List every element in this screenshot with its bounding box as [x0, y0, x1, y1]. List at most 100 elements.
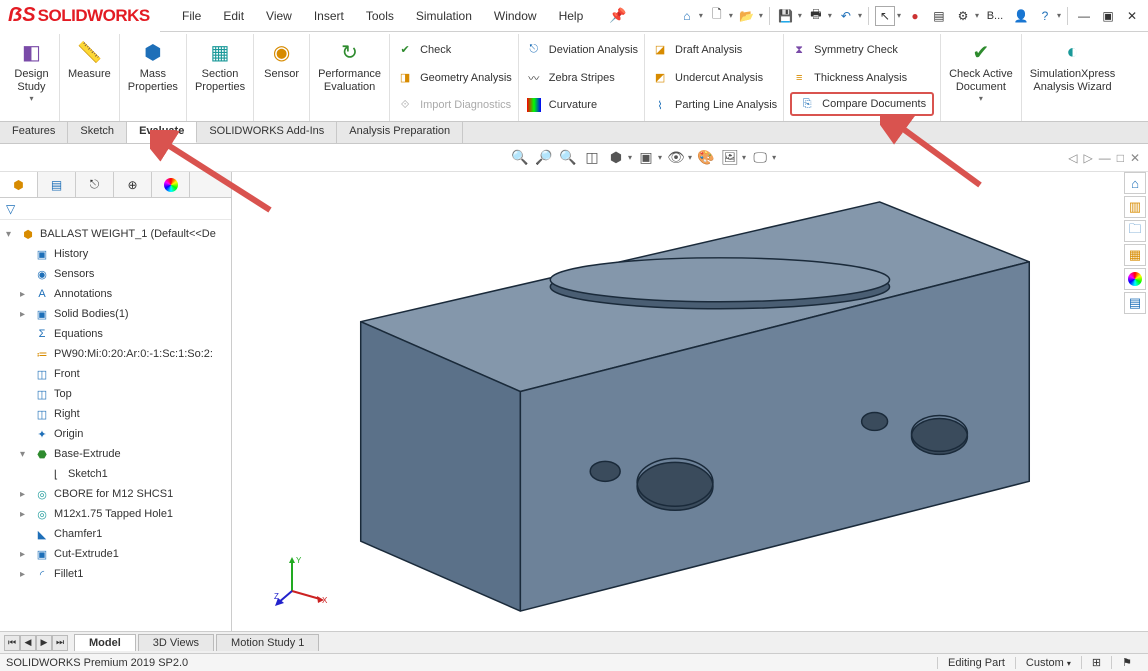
tree-equations[interactable]: ΣEquations — [6, 324, 229, 344]
symmetry-check-button[interactable]: ⧗Symmetry Check — [790, 38, 934, 62]
minimize-icon[interactable]: — — [1074, 6, 1094, 26]
tree-fillet[interactable]: ▸◜Fillet1 — [6, 564, 229, 584]
menu-simulation[interactable]: Simulation — [412, 7, 476, 25]
tp-resources[interactable]: ⌂ — [1124, 172, 1146, 194]
settings-icon[interactable]: ▤ — [929, 6, 949, 26]
close-icon[interactable]: ✕ — [1122, 6, 1142, 26]
home-icon[interactable]: ⌂ — [677, 6, 697, 26]
status-units-icon[interactable]: ⊞ — [1081, 656, 1111, 669]
tab-3d-views[interactable]: 3D Views — [138, 634, 214, 651]
menu-view[interactable]: View — [262, 7, 296, 25]
curvature-button[interactable]: Curvature — [525, 93, 638, 117]
select-icon[interactable]: ↖ — [875, 6, 895, 26]
config-mgr-tab[interactable]: ⎋ — [76, 172, 114, 197]
tree-right-plane[interactable]: ◫Right — [6, 404, 229, 424]
options-icon[interactable]: ⚙ — [953, 6, 973, 26]
tab-motion-study[interactable]: Motion Study 1 — [216, 634, 319, 651]
save-icon[interactable]: 💾 — [776, 6, 796, 26]
tree-material[interactable]: ≔PW90:Mi:0:20:Ar:0:-1:Sc:1:So:2: — [6, 344, 229, 364]
deviation-analysis-button[interactable]: ⎋Deviation Analysis — [525, 38, 638, 62]
menu-edit[interactable]: Edit — [219, 7, 248, 25]
tree-history[interactable]: ▣History — [6, 244, 229, 264]
tab-addins[interactable]: SOLIDWORKS Add-Ins — [197, 122, 337, 143]
feature-filter[interactable]: ▽ — [0, 198, 231, 220]
user-icon[interactable]: 👤 — [1011, 6, 1031, 26]
tab-model[interactable]: Model — [74, 634, 136, 651]
edit-appearance-icon[interactable]: 🎨 — [696, 148, 716, 168]
parting-line-analysis-button[interactable]: ⌇Parting Line Analysis — [651, 93, 777, 117]
apply-scene-icon[interactable]: 🖼 — [720, 148, 740, 168]
design-study-button[interactable]: ◧ Design Study ▾ — [4, 34, 60, 121]
hide-show-icon[interactable]: 👁 — [666, 148, 686, 168]
display-style-icon[interactable]: ▣ — [636, 148, 656, 168]
tp-custom-props[interactable]: ▤ — [1124, 292, 1146, 314]
status-flag-icon[interactable]: ⚑ — [1111, 656, 1142, 669]
restore-icon[interactable]: ▣ — [1098, 6, 1118, 26]
geometry-analysis-button[interactable]: ◨Geometry Analysis — [396, 66, 512, 90]
property-mgr-tab[interactable]: ▤ — [38, 172, 76, 197]
tp-appearances[interactable] — [1124, 268, 1146, 290]
viewport-min-icon[interactable]: — — [1099, 151, 1111, 165]
tab-analysis-prep[interactable]: Analysis Preparation — [337, 122, 463, 143]
tab-sketch[interactable]: Sketch — [68, 122, 127, 143]
tree-root[interactable]: ▾⬢BALLAST WEIGHT_1 (Default<<De — [6, 224, 229, 244]
viewport-back-icon[interactable]: ◁ — [1068, 151, 1077, 165]
tp-file-explorer[interactable]: 🗀 — [1124, 220, 1146, 242]
thickness-analysis-button[interactable]: ≡Thickness Analysis — [790, 66, 934, 90]
viewport-close-icon[interactable]: ✕ — [1130, 151, 1140, 165]
measure-button[interactable]: 📏 Measure — [60, 34, 120, 121]
open-icon[interactable]: 📂 — [737, 6, 757, 26]
menu-help[interactable]: Help — [555, 7, 588, 25]
help-icon[interactable]: ? — [1035, 6, 1055, 26]
tree-origin[interactable]: ✦Origin — [6, 424, 229, 444]
simulationxpress-button[interactable]: ◐ SimulationXpress Analysis Wizard — [1022, 34, 1124, 121]
viewport-max-icon[interactable]: □ — [1117, 151, 1124, 165]
section-properties-button[interactable]: ▦ Section Properties — [187, 34, 254, 121]
tp-design-library[interactable]: ▥ — [1124, 196, 1146, 218]
menu-tools[interactable]: Tools — [362, 7, 398, 25]
check-active-document-button[interactable]: ✔ Check Active Document ▾ — [941, 34, 1022, 121]
view-settings-icon[interactable]: 🖵 — [750, 148, 770, 168]
nav-last-icon[interactable]: ⏭ — [52, 635, 68, 651]
print-icon[interactable]: 🖶 — [806, 6, 826, 26]
tree-solid-bodies[interactable]: ▸▣Solid Bodies(1) — [6, 304, 229, 324]
draft-analysis-button[interactable]: ◪Draft Analysis — [651, 38, 777, 62]
viewport-forward-icon[interactable]: ▷ — [1083, 151, 1092, 165]
tree-cbore[interactable]: ▸◎CBORE for M12 SHCS1 — [6, 484, 229, 504]
tree-chamfer[interactable]: ◣Chamfer1 — [6, 524, 229, 544]
sensor-button[interactable]: ◉ Sensor — [254, 34, 310, 121]
tp-view-palette[interactable]: ▦ — [1124, 244, 1146, 266]
display-mgr-tab[interactable] — [152, 172, 190, 197]
tab-features[interactable]: Features — [0, 122, 68, 143]
section-view-icon[interactable]: ◫ — [582, 148, 602, 168]
nav-first-icon[interactable]: ⏮ — [4, 635, 20, 651]
rebuild-icon[interactable]: ● — [905, 6, 925, 26]
search-input[interactable]: B... — [983, 6, 1007, 26]
zoom-area-icon[interactable]: 🔎 — [534, 148, 554, 168]
menu-insert[interactable]: Insert — [310, 7, 348, 25]
zoom-fit-icon[interactable]: 🔍 — [510, 148, 530, 168]
status-custom[interactable]: Custom ▾ — [1015, 657, 1081, 669]
mass-properties-button[interactable]: ⬢ Mass Properties — [120, 34, 187, 121]
undo-icon[interactable]: ↶ — [836, 6, 856, 26]
graphics-viewport[interactable]: Y X Z — [232, 172, 1148, 631]
pin-icon[interactable]: 📌 — [609, 7, 626, 25]
zebra-stripes-button[interactable]: 〰Zebra Stripes — [525, 66, 638, 90]
check-button[interactable]: ✔Check — [396, 38, 512, 62]
compare-documents-button[interactable]: ⎘Compare Documents — [790, 92, 934, 116]
tree-base-extrude[interactable]: ▾⬣Base-Extrude — [6, 444, 229, 464]
tree-annotations[interactable]: ▸AAnnotations — [6, 284, 229, 304]
dimxpert-tab[interactable]: ⊕ — [114, 172, 152, 197]
nav-next-icon[interactable]: ▶ — [36, 635, 52, 651]
tab-evaluate[interactable]: Evaluate — [127, 122, 197, 143]
prev-view-icon[interactable]: 🔍 — [558, 148, 578, 168]
view-orientation-icon[interactable]: ⬢ — [606, 148, 626, 168]
nav-prev-icon[interactable]: ◀ — [20, 635, 36, 651]
menu-window[interactable]: Window — [490, 7, 541, 25]
tree-sensors[interactable]: ◉Sensors — [6, 264, 229, 284]
tree-cut-extrude[interactable]: ▸▣Cut-Extrude1 — [6, 544, 229, 564]
fm-tree-tab[interactable]: ⬢ — [0, 172, 38, 197]
tree-top-plane[interactable]: ◫Top — [6, 384, 229, 404]
menu-file[interactable]: File — [178, 7, 205, 25]
tree-front-plane[interactable]: ◫Front — [6, 364, 229, 384]
